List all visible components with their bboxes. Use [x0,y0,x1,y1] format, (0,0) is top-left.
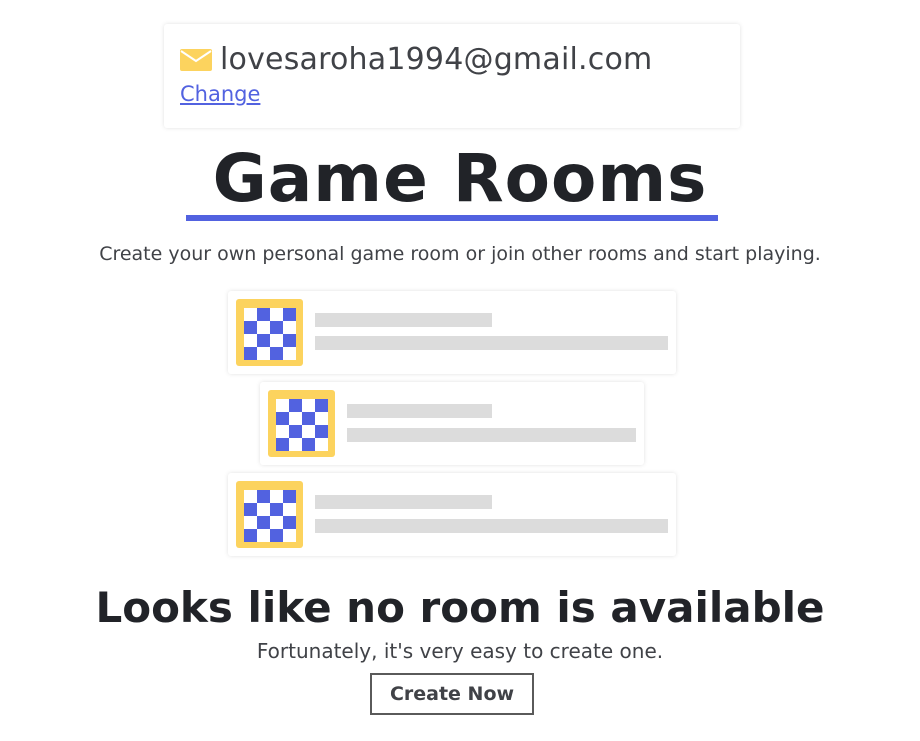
placeholder-room-card [228,473,676,556]
skeleton-title-bar [315,495,492,509]
skeleton-text-bar [315,336,668,350]
placeholder-room-card [228,291,676,374]
envelope-icon [180,49,212,71]
title-underline [186,215,718,221]
checkerboard-icon [268,390,335,457]
empty-state-tagline: Fortunately, it's very easy to create on… [256,639,664,663]
skeleton-title-bar [347,404,492,418]
page-title: Game Rooms [212,140,708,217]
email-row: lovesaroha1994@gmail.com [180,42,652,78]
checkerboard-icon [236,299,303,366]
placeholder-room-card [260,382,644,465]
change-email-link[interactable]: Change [180,82,260,106]
empty-state-headline: Looks like no room is available [95,583,825,632]
checkerboard-icon [236,481,303,548]
create-now-button[interactable]: Create Now [370,673,534,715]
skeleton-text-bar [347,428,636,442]
account-email: lovesaroha1994@gmail.com [220,42,653,77]
account-card: lovesaroha1994@gmail.com Change [164,24,740,128]
page-subtitle: Create your own personal game room or jo… [99,243,821,265]
skeleton-text-bar [315,519,668,533]
skeleton-title-bar [315,313,492,327]
